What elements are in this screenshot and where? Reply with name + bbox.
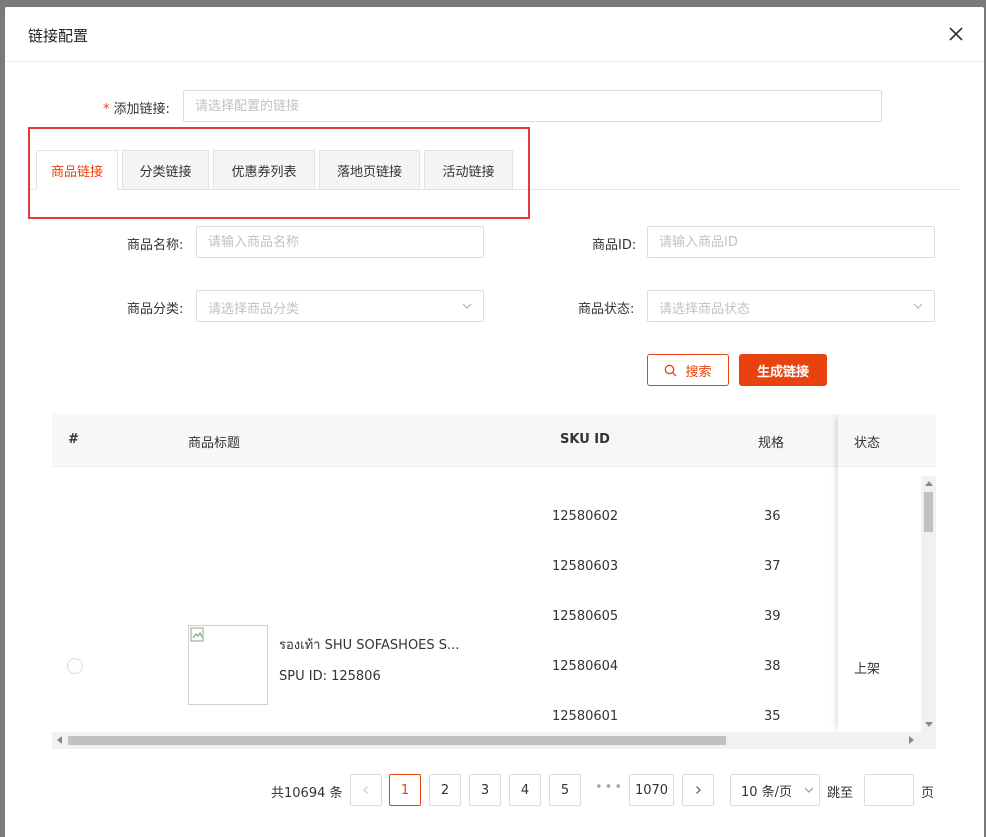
jump-page-input[interactable] bbox=[864, 774, 914, 806]
page-button-4[interactable]: 4 bbox=[509, 774, 541, 806]
sku-id: 12580604 bbox=[552, 659, 619, 674]
sku-spec: 39 bbox=[764, 609, 781, 624]
horizontal-scrollbar[interactable] bbox=[52, 732, 936, 749]
scroll-right-arrow-icon[interactable] bbox=[909, 736, 914, 744]
tab-category-link[interactable]: 分类链接 bbox=[122, 150, 209, 190]
page-size-value: 10 条/页 bbox=[741, 784, 793, 800]
page-size-select[interactable]: 10 条/页 bbox=[730, 774, 820, 806]
jump-page-suffix: 页 bbox=[921, 786, 935, 801]
pagination-ellipsis[interactable]: ••• bbox=[595, 780, 624, 795]
tab-activity-link[interactable]: 活动链接 bbox=[424, 150, 513, 190]
tab-landing-page-link[interactable]: 落地页链接 bbox=[319, 150, 420, 190]
product-id-label: 商品ID: bbox=[592, 238, 637, 253]
column-header-status: 状态 bbox=[854, 436, 881, 451]
modal-title: 链接配置 bbox=[28, 27, 89, 45]
tab-product-link[interactable]: 商品链接 bbox=[36, 150, 118, 190]
column-header-sku: SKU ID bbox=[560, 432, 610, 447]
category-select[interactable]: 请选择商品分类 bbox=[196, 290, 484, 322]
modal-header: 链接配置 bbox=[5, 7, 984, 62]
sku-id: 12580603 bbox=[552, 559, 619, 574]
sku-spec: 37 bbox=[764, 559, 781, 574]
table-header: # 商品标题 SKU ID 规格 bbox=[52, 414, 936, 467]
product-table: # 商品标题 SKU ID 规格 รองเท้า SHU SOFASHOES S… bbox=[52, 414, 936, 749]
scroll-left-arrow-icon[interactable] bbox=[57, 736, 62, 744]
sku-id: 12580602 bbox=[552, 509, 619, 524]
category-label: 商品分类: bbox=[127, 302, 184, 317]
vertical-scrollbar[interactable] bbox=[921, 476, 936, 732]
tab-coupon-list[interactable]: 优惠券列表 bbox=[213, 150, 315, 190]
page-button-1[interactable]: 1 bbox=[389, 774, 421, 806]
generate-link-button[interactable]: 生成链接 bbox=[739, 354, 827, 386]
product-id-input[interactable] bbox=[647, 226, 935, 258]
product-status: 上架 bbox=[854, 662, 881, 677]
link-config-modal: 链接配置 *添加链接: 商品链接 分类链接 优惠券列表 落地页链接 活动链接 商… bbox=[5, 7, 984, 837]
pagination-total: 共10694 条 bbox=[271, 786, 343, 801]
vertical-scroll-thumb[interactable] bbox=[924, 492, 933, 532]
next-page-button[interactable] bbox=[682, 774, 714, 806]
product-name-label: 商品名称: bbox=[127, 238, 184, 253]
scroll-up-arrow-icon[interactable] bbox=[925, 481, 933, 486]
page-button-2[interactable]: 2 bbox=[429, 774, 461, 806]
product-spu-id: SPU ID: 125806 bbox=[279, 669, 381, 684]
sku-spec: 35 bbox=[764, 709, 781, 724]
sku-spec: 38 bbox=[764, 659, 781, 674]
add-link-label: * 添加链接: bbox=[103, 102, 170, 117]
column-header-spec: 规格 bbox=[758, 436, 785, 451]
product-title[interactable]: รองเท้า SHU SOFASHOES S... bbox=[279, 634, 459, 655]
sku-id: 12580605 bbox=[552, 609, 619, 624]
prev-page-button[interactable] bbox=[350, 774, 382, 806]
status-select-placeholder: 请选择商品状态 bbox=[659, 302, 751, 317]
horizontal-scroll-thumb[interactable] bbox=[68, 736, 726, 745]
close-icon bbox=[949, 27, 963, 41]
search-icon bbox=[665, 364, 677, 376]
broken-image-icon bbox=[190, 627, 204, 642]
scroll-down-arrow-icon[interactable] bbox=[925, 722, 933, 727]
product-thumbnail bbox=[188, 625, 268, 705]
category-select-placeholder: 请选择商品分类 bbox=[208, 302, 300, 317]
status-label: 商品状态: bbox=[578, 302, 635, 317]
page-button-3[interactable]: 3 bbox=[469, 774, 501, 806]
add-link-input[interactable] bbox=[183, 90, 882, 122]
column-header-title: 商品标题 bbox=[188, 436, 241, 451]
status-column-header-cell: 状态 bbox=[838, 414, 936, 467]
column-header-index: # bbox=[68, 432, 79, 447]
search-button-label: 搜索 bbox=[685, 364, 712, 380]
jump-to-label: 跳至 bbox=[827, 786, 854, 801]
product-name-input[interactable] bbox=[196, 226, 484, 258]
chevron-down-icon bbox=[462, 303, 472, 309]
chevron-right-icon bbox=[696, 786, 701, 794]
chevron-left-icon bbox=[363, 786, 368, 794]
row-select-radio[interactable] bbox=[67, 658, 83, 674]
close-button[interactable] bbox=[945, 23, 967, 45]
status-select[interactable]: 请选择商品状态 bbox=[647, 290, 935, 322]
sku-spec: 36 bbox=[764, 509, 781, 524]
search-button[interactable]: 搜索 bbox=[647, 354, 729, 386]
sku-id: 12580601 bbox=[552, 709, 619, 724]
generate-link-label: 生成链接 bbox=[756, 364, 809, 380]
page-button-last[interactable]: 1070 bbox=[629, 774, 674, 806]
page-button-5[interactable]: 5 bbox=[549, 774, 581, 806]
chevron-down-icon bbox=[913, 303, 923, 309]
chevron-down-icon bbox=[804, 787, 814, 793]
